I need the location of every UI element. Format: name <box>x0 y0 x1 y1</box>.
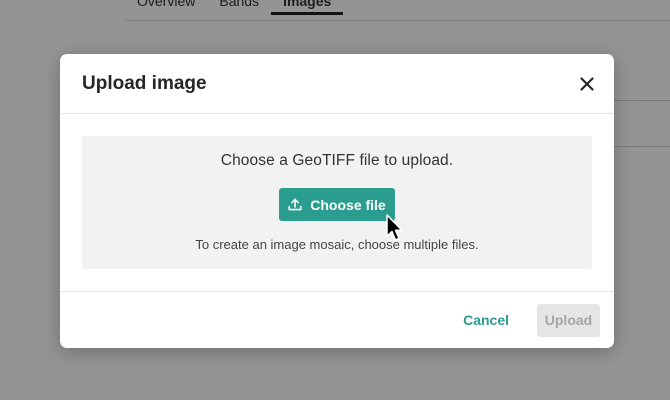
choose-file-label: Choose file <box>310 196 386 213</box>
file-drop-zone[interactable]: Choose a GeoTIFF file to upload. Choose … <box>82 136 592 269</box>
dialog-body: Choose a GeoTIFF file to upload. Choose … <box>60 114 614 292</box>
dialog-footer: Cancel Upload <box>60 292 614 348</box>
dialog-header: Upload image <box>60 54 614 114</box>
choose-file-button[interactable]: Choose file <box>279 188 395 221</box>
mosaic-hint: To create an image mosaic, choose multip… <box>195 237 479 252</box>
close-icon <box>580 76 594 91</box>
dialog-title: Upload image <box>82 72 207 94</box>
cancel-button[interactable]: Cancel <box>463 312 509 328</box>
upload-prompt: Choose a GeoTIFF file to upload. <box>220 152 454 169</box>
upload-button[interactable]: Upload <box>537 303 600 337</box>
upload-image-dialog: Upload image Choose a GeoTIFF file to up… <box>60 54 614 348</box>
close-button[interactable] <box>576 73 598 95</box>
mouse-pointer-icon <box>386 214 403 241</box>
upload-icon <box>288 198 302 211</box>
